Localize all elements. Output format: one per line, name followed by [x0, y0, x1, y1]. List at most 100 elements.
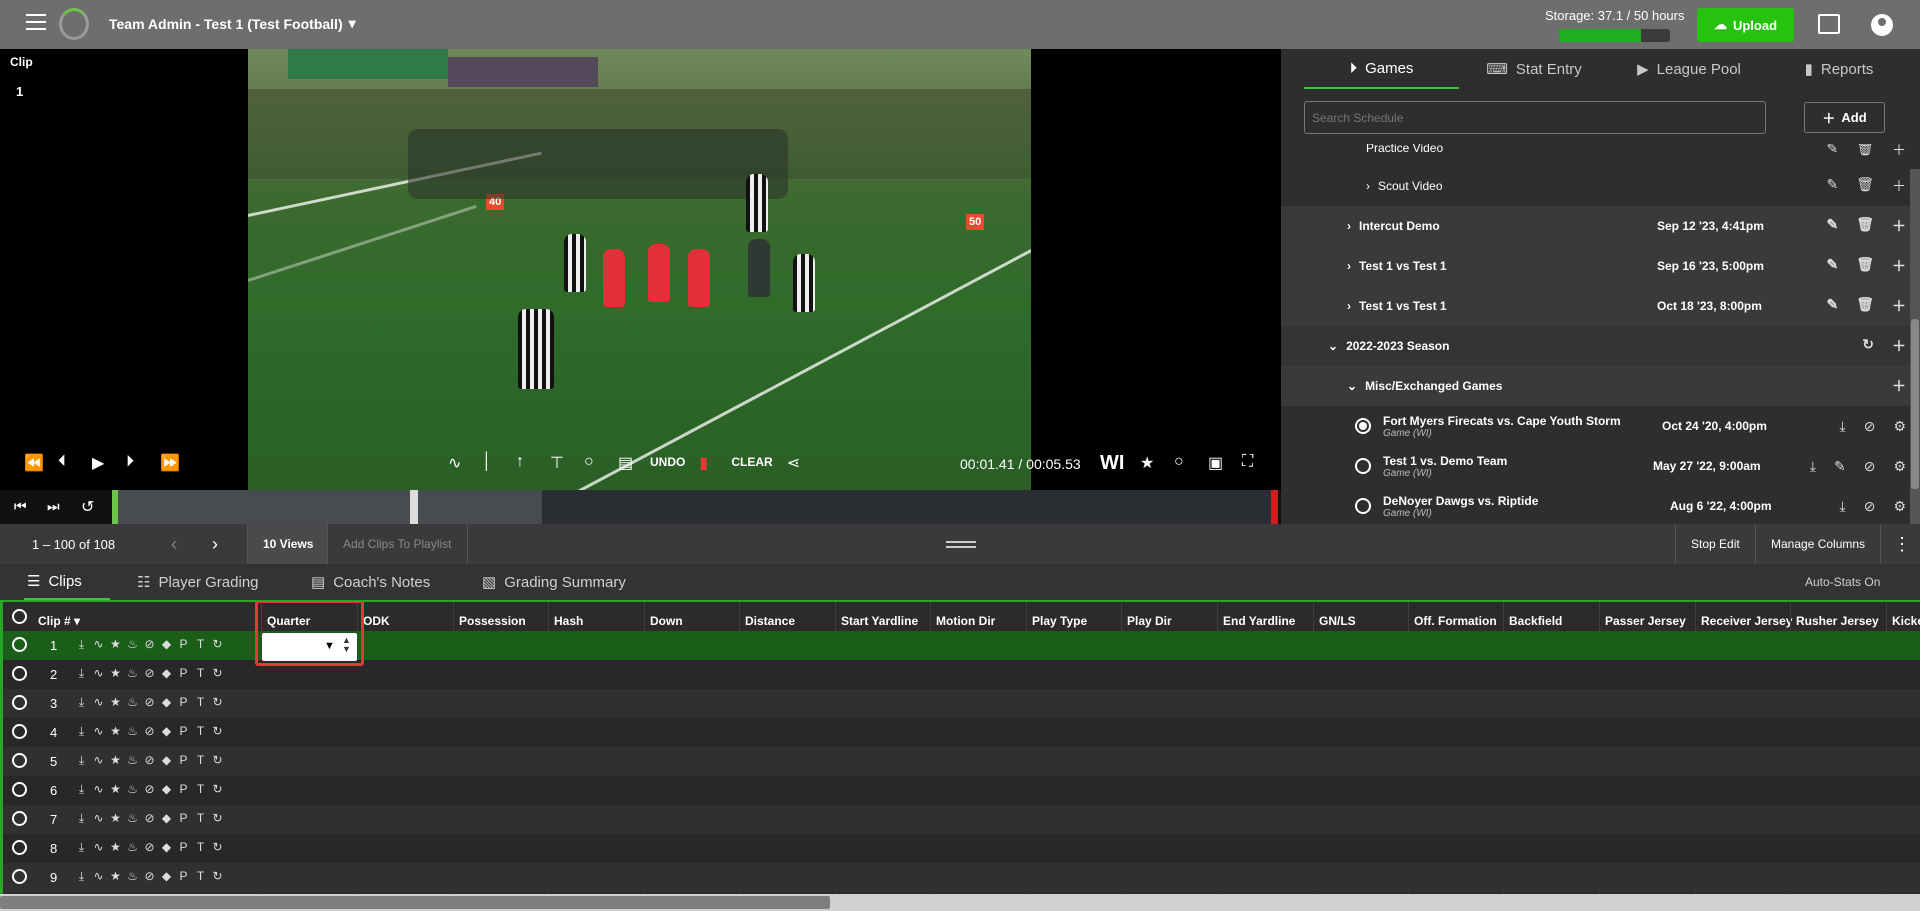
- col-header-odk[interactable]: ODK: [363, 614, 390, 628]
- auto-stats-toggle[interactable]: Auto-Stats On: [1805, 564, 1880, 600]
- share-icon[interactable]: ⋖: [787, 453, 805, 472]
- tree-folder-scout-video[interactable]: › Scout Video ✎ 🗑 ＋: [1281, 166, 1920, 206]
- star-icon[interactable]: ★: [109, 695, 122, 710]
- download-icon[interactable]: ⤓: [1810, 458, 1816, 475]
- stop-edit-button[interactable]: Stop Edit: [1675, 524, 1755, 564]
- t-button[interactable]: T: [194, 753, 207, 768]
- arrow-icon[interactable]: ↑: [516, 453, 534, 471]
- tab-clips[interactable]: ☰ Clips: [24, 564, 110, 600]
- draw-icon[interactable]: ∿: [92, 782, 105, 797]
- row-select-radio[interactable]: [12, 869, 27, 884]
- download-icon[interactable]: ⤓: [75, 782, 88, 797]
- refresh-icon[interactable]: ↻: [211, 811, 224, 826]
- p-button[interactable]: P: [177, 695, 190, 710]
- delete-icon[interactable]: 🗑: [1856, 296, 1874, 316]
- col-header-rusher-jersey[interactable]: Rusher Jersey: [1796, 614, 1879, 628]
- plus-icon[interactable]: ＋: [1892, 216, 1906, 236]
- plus-icon[interactable]: ＋: [1892, 144, 1906, 160]
- tab-player-grading[interactable]: ☷ Player Grading: [137, 564, 259, 600]
- draw-icon[interactable]: ∿: [92, 753, 105, 768]
- t-button[interactable]: T: [194, 811, 207, 826]
- col-header-play-dir[interactable]: Play Dir: [1127, 614, 1172, 628]
- fire-icon[interactable]: ♨: [126, 695, 139, 710]
- star-icon[interactable]: ★: [109, 753, 122, 768]
- col-header-start-yardline[interactable]: Start Yardline: [841, 614, 918, 628]
- chevron-left-icon[interactable]: ‹: [171, 524, 177, 564]
- row-select-radio[interactable]: [12, 753, 27, 768]
- p-button[interactable]: P: [177, 666, 190, 681]
- plus-icon[interactable]: ＋: [1892, 376, 1906, 396]
- fire-icon[interactable]: ♨: [126, 753, 139, 768]
- table-row[interactable]: 7 ⤓ ∿ ★ ♨ ⊘ ◆ P T ↻: [3, 805, 1920, 834]
- tree-folder-practice-video[interactable]: Practice Video ✎ 🗑 ＋: [1281, 144, 1920, 166]
- p-button[interactable]: P: [177, 753, 190, 768]
- tag-icon[interactable]: ◆: [160, 811, 173, 826]
- download-icon[interactable]: ⤓: [75, 869, 88, 884]
- visibility-off-icon[interactable]: ⊘: [143, 666, 156, 681]
- table-row[interactable]: 5 ⤓ ∿ ★ ♨ ⊘ ◆ P T ↻: [3, 747, 1920, 776]
- fire-icon[interactable]: ♨: [126, 666, 139, 681]
- settings-icon[interactable]: ⚙: [1893, 418, 1906, 435]
- visibility-off-icon[interactable]: ⊘: [143, 782, 156, 797]
- game-radio[interactable]: [1355, 498, 1371, 514]
- plus-icon[interactable]: ＋: [1892, 296, 1906, 316]
- table-row[interactable]: 8 ⤓ ∿ ★ ♨ ⊘ ◆ P T ↻: [3, 834, 1920, 863]
- views-button[interactable]: 10 Views: [247, 524, 329, 564]
- tree-game-fort-myers[interactable]: Fort Myers Firecats vs. Cape Youth Storm…: [1281, 406, 1920, 446]
- menu-icon[interactable]: [26, 14, 46, 34]
- visibility-off-icon[interactable]: ⊘: [143, 753, 156, 768]
- visibility-off-icon[interactable]: ⊘: [143, 637, 156, 652]
- t-button[interactable]: T: [194, 840, 207, 855]
- fire-icon[interactable]: ♨: [126, 637, 139, 652]
- timeline-handle[interactable]: [410, 490, 418, 524]
- download-icon[interactable]: ⤓: [75, 695, 88, 710]
- star-icon[interactable]: ★: [109, 782, 122, 797]
- horizontal-scroll-thumb[interactable]: [0, 896, 830, 909]
- undo-button[interactable]: UNDO: [650, 455, 685, 469]
- refresh-icon[interactable]: ↻: [211, 753, 224, 768]
- refresh-icon[interactable]: ↻: [211, 782, 224, 797]
- tree-game-test1-vs-test1-2[interactable]: › Test 1 vs Test 1 Oct 18 '23, 8:00pm ✎ 🗑…: [1281, 286, 1920, 326]
- edit-icon[interactable]: ✎: [1826, 216, 1838, 236]
- replay-icon[interactable]: ↺: [81, 497, 94, 517]
- skip-end-icon[interactable]: ⏭: [47, 498, 60, 515]
- settings-icon[interactable]: ⚙: [1893, 498, 1906, 515]
- col-header-clip[interactable]: Clip # ▾: [38, 614, 80, 628]
- select-all-radio[interactable]: [12, 609, 27, 624]
- team-selector[interactable]: Team Admin - Test 1 (Test Football) ▾: [109, 15, 356, 32]
- tag-icon[interactable]: ◆: [160, 666, 173, 681]
- col-header-backfield[interactable]: Backfield: [1509, 614, 1562, 628]
- download-icon[interactable]: ⤓: [75, 637, 88, 652]
- rewind-icon[interactable]: ⏪: [24, 453, 44, 472]
- circle-outline-icon[interactable]: ○: [1174, 453, 1192, 471]
- text-icon[interactable]: ▤: [618, 453, 636, 472]
- tag-icon[interactable]: ◆: [160, 840, 173, 855]
- edit-icon[interactable]: ✎: [1826, 296, 1838, 316]
- wi-label[interactable]: WI: [1100, 452, 1124, 475]
- delete-icon[interactable]: 🗑: [1856, 256, 1874, 276]
- visibility-off-icon[interactable]: ⊘: [143, 695, 156, 710]
- settings-icon[interactable]: ⚙: [1893, 458, 1906, 475]
- resize-handle[interactable]: [946, 541, 976, 548]
- t-button[interactable]: T: [194, 724, 207, 739]
- delete-icon[interactable]: 🗑: [1856, 216, 1874, 236]
- star-icon[interactable]: ★: [109, 724, 122, 739]
- panel-scroll-thumb[interactable]: [1911, 319, 1919, 489]
- line-icon[interactable]: │: [482, 453, 500, 471]
- visibility-off-icon[interactable]: ⊘: [143, 811, 156, 826]
- tree-game-denoyer[interactable]: DeNoyer Dawgs vs. Riptide Game (WI) Aug …: [1281, 486, 1920, 524]
- refresh-icon[interactable]: ↻: [211, 666, 224, 681]
- star-icon[interactable]: ★: [109, 869, 122, 884]
- col-header-possession[interactable]: Possession: [459, 614, 526, 628]
- row-select-radio[interactable]: [12, 666, 27, 681]
- picture-settings-icon[interactable]: ▣: [1208, 453, 1226, 472]
- download-icon[interactable]: ⤓: [75, 840, 88, 855]
- horizontal-scrollbar[interactable]: [0, 894, 1920, 911]
- chat-icon[interactable]: [1818, 14, 1840, 34]
- edit-icon[interactable]: ✎: [1826, 256, 1838, 276]
- star-icon[interactable]: ★: [109, 811, 122, 826]
- tree-season-2022-2023[interactable]: ⌄ 2022-2023 Season ↻ ＋: [1281, 326, 1920, 366]
- fire-icon[interactable]: ♨: [126, 869, 139, 884]
- tab-grading-summary[interactable]: ▧ Grading Summary: [482, 564, 626, 600]
- search-schedule-input[interactable]: [1304, 101, 1766, 134]
